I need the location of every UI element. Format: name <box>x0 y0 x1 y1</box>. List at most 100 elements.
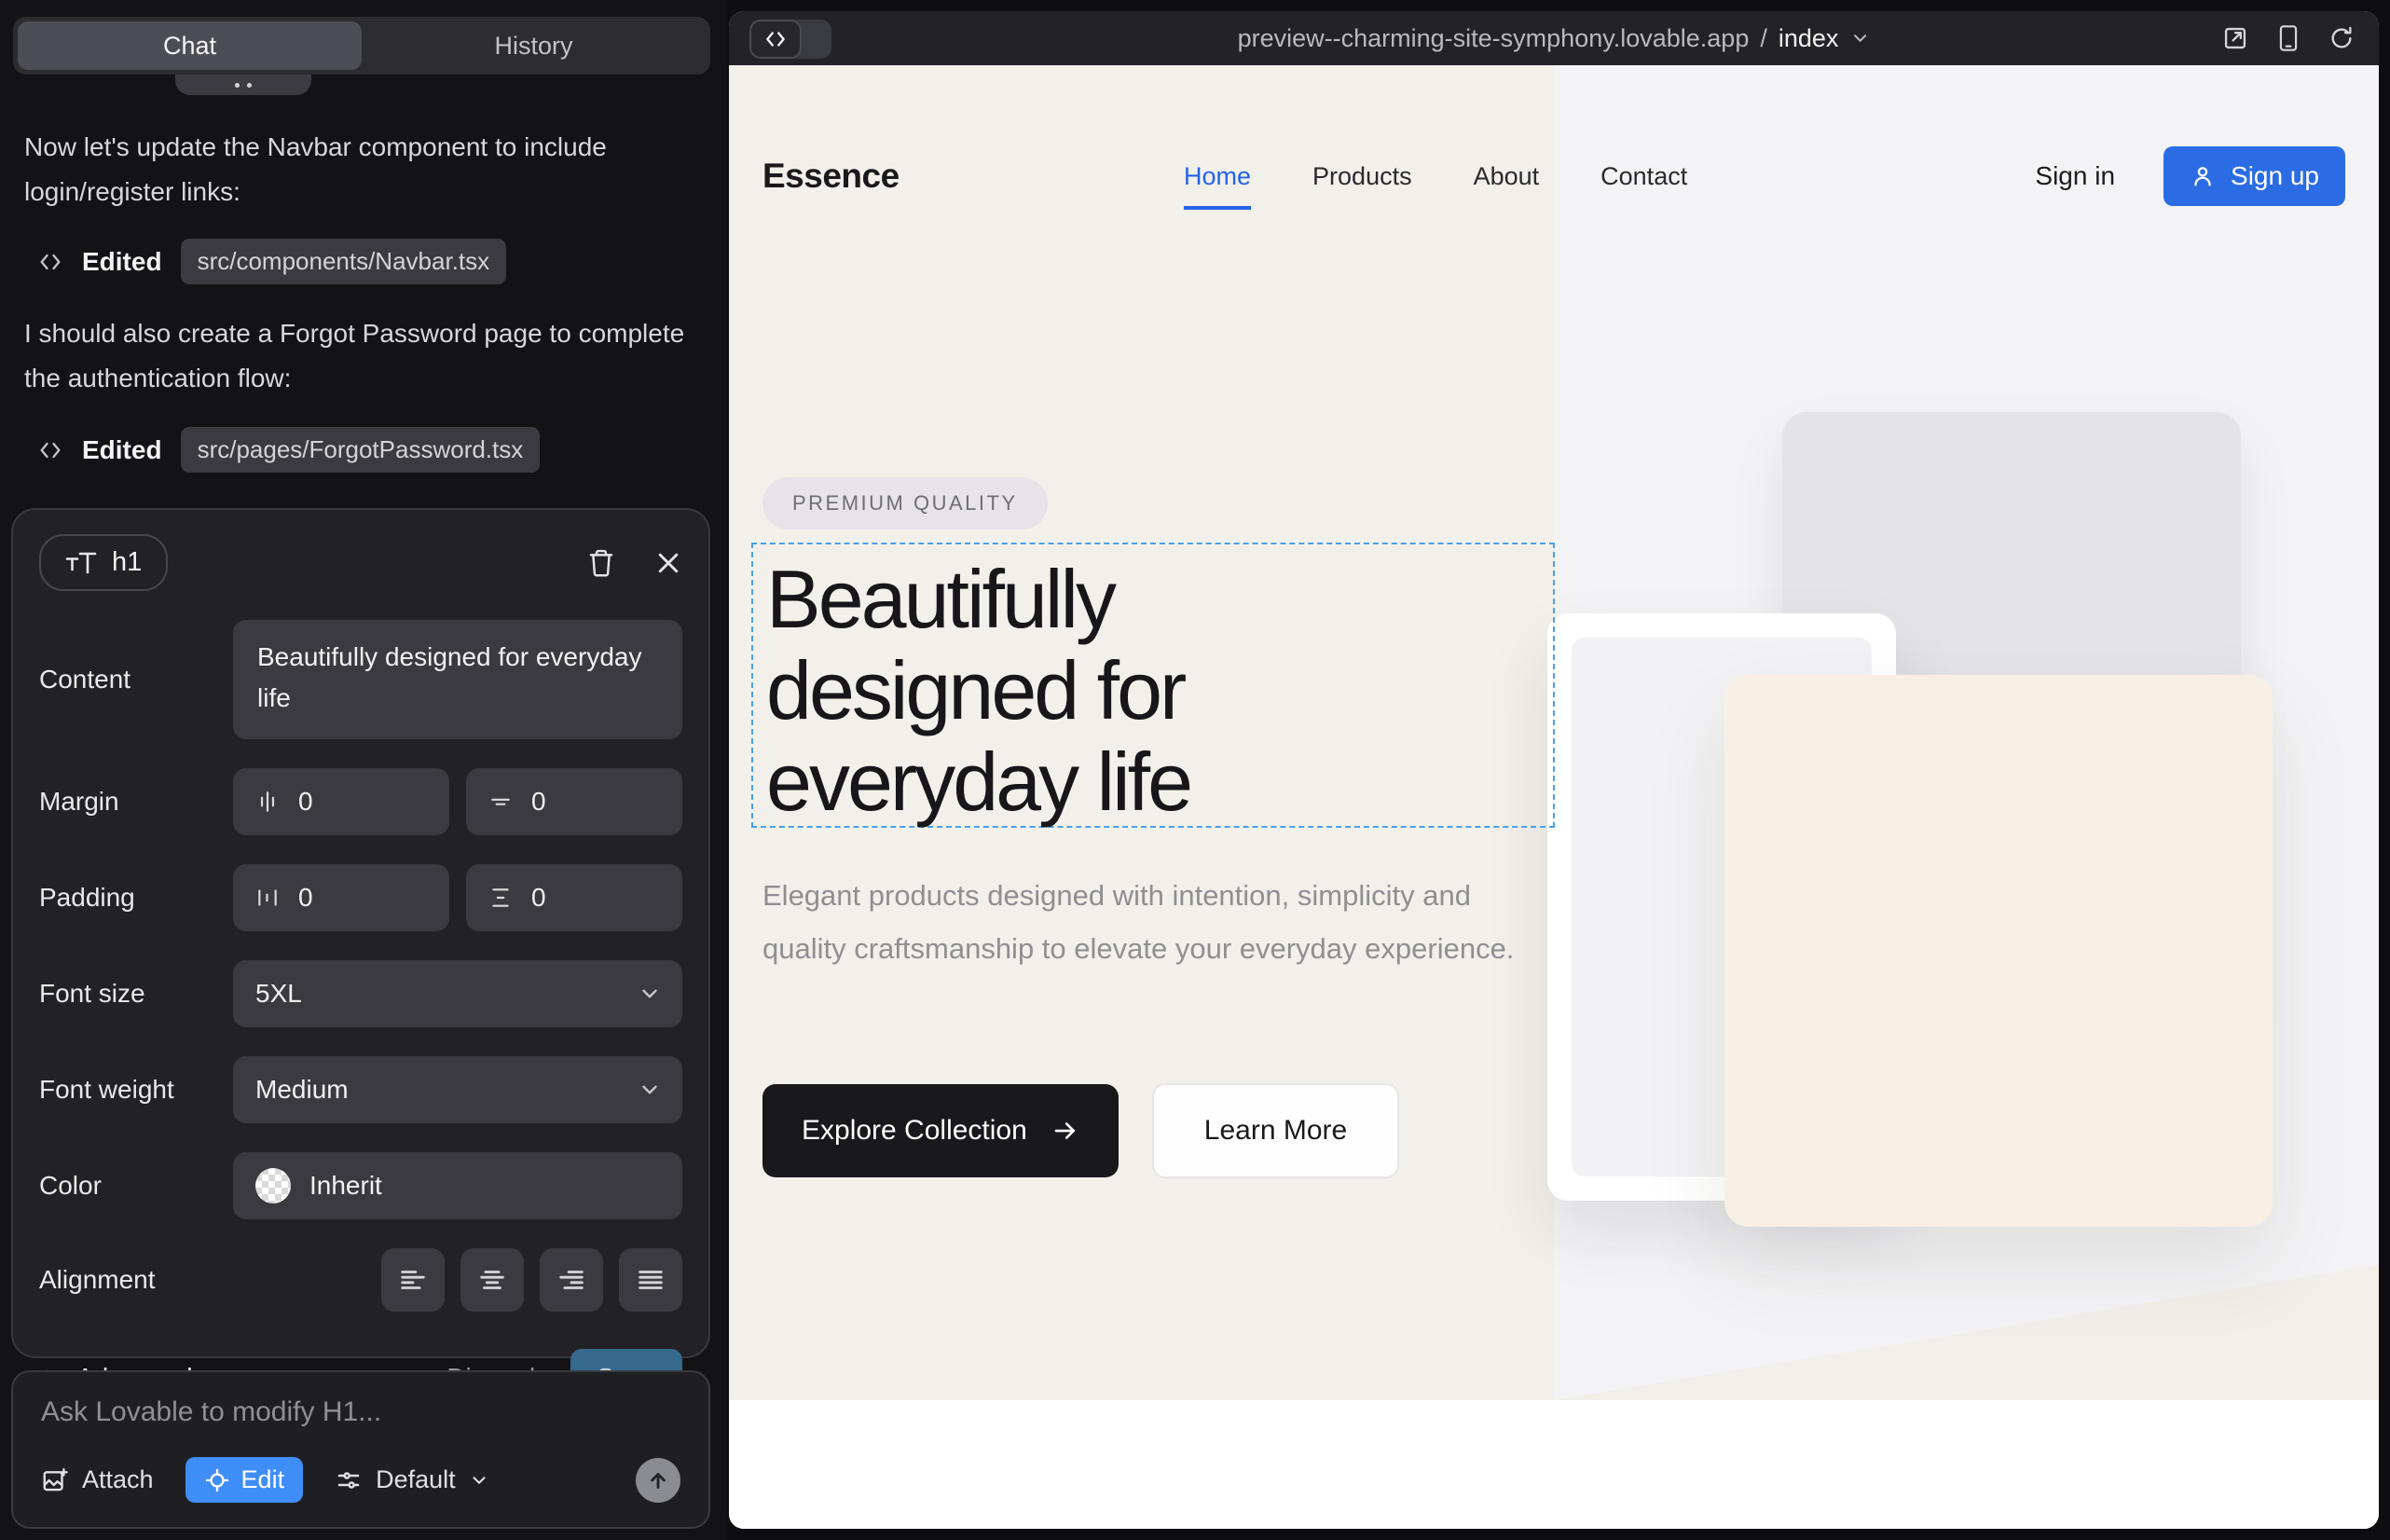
align-right-button[interactable] <box>540 1248 603 1312</box>
preview-url-domain: preview--charming-site-symphony.lovable.… <box>1238 24 1750 53</box>
content-textarea[interactable]: Beautifully designed for everyday life <box>233 620 682 739</box>
nav-link-products[interactable]: Products <box>1312 162 1412 191</box>
font-weight-select[interactable]: Medium <box>233 1056 682 1123</box>
hero-heading-line: Beautifully <box>766 554 1190 645</box>
attach-label: Attach <box>82 1465 154 1494</box>
send-button[interactable] <box>636 1458 680 1503</box>
padding-field-label: Padding <box>39 883 233 913</box>
attach-button[interactable]: Attach <box>41 1465 154 1494</box>
edit-mode-button[interactable]: Edit <box>185 1457 304 1503</box>
site-logo[interactable]: Essence <box>762 157 900 196</box>
padding-horizontal-icon <box>255 886 280 910</box>
chat-sidebar: Chat History Now let's update the Navbar… <box>0 0 727 1540</box>
refresh-button[interactable] <box>2328 25 2355 51</box>
hero-heading-line: designed for <box>766 645 1190 736</box>
attach-image-icon <box>41 1466 69 1494</box>
hero-section: Essence Home Products About Contact Sign… <box>729 65 2379 1400</box>
nav-link-home[interactable]: Home <box>1184 162 1251 210</box>
content-field-label: Content <box>39 665 233 694</box>
margin-horizontal-value: 0 <box>298 787 313 817</box>
mode-selector[interactable]: Default <box>335 1465 489 1494</box>
mode-label: Default <box>376 1465 456 1494</box>
file-path-chip[interactable]: src/components/Navbar.tsx <box>181 239 507 284</box>
font-size-value: 5XL <box>255 979 302 1009</box>
hero-heading-line: everyday life <box>766 736 1190 828</box>
learn-more-button[interactable]: Learn More <box>1152 1083 1399 1178</box>
margin-horizontal-input[interactable]: 0 <box>233 768 449 835</box>
margin-horizontal-icon <box>255 790 280 814</box>
edited-label: Edited <box>82 247 162 277</box>
rendered-site: Essence Home Products About Contact Sign… <box>729 65 2379 1529</box>
margin-vertical-input[interactable]: 0 <box>466 768 682 835</box>
margin-vertical-icon <box>488 790 513 814</box>
nav-link-contact[interactable]: Contact <box>1600 162 1687 191</box>
text-size-icon <box>65 549 97 577</box>
delete-element-button[interactable] <box>587 548 615 578</box>
prompt-composer: Ask Lovable to modify H1... Attach Edit … <box>11 1370 710 1529</box>
explore-collection-label: Explore Collection <box>802 1115 1027 1147</box>
tab-history[interactable]: History <box>362 21 706 70</box>
code-preview-toggle[interactable] <box>749 20 831 59</box>
preview-frame: preview--charming-site-symphony.lovable.… <box>729 11 2379 1529</box>
align-center-button[interactable] <box>460 1248 524 1312</box>
section-below-hero <box>729 1400 2379 1529</box>
sign-in-link[interactable]: Sign in <box>2035 161 2115 191</box>
refresh-icon <box>2328 25 2355 51</box>
code-toggle-segment[interactable] <box>749 20 802 59</box>
code-icon <box>763 27 788 51</box>
arrow-up-icon <box>646 1468 670 1492</box>
explore-collection-button[interactable]: Explore Collection <box>762 1084 1119 1177</box>
hero-heading[interactable]: Beautifully designed for everyday life <box>766 554 1190 828</box>
font-weight-value: Medium <box>255 1075 349 1105</box>
padding-horizontal-value: 0 <box>298 883 313 913</box>
chevron-down-icon <box>1849 28 1870 48</box>
align-justify-icon <box>635 1264 666 1296</box>
element-tag-label: h1 <box>112 547 142 578</box>
color-field-label: Color <box>39 1171 233 1201</box>
sidebar-tabbar: Chat History <box>13 17 710 75</box>
align-justify-button[interactable] <box>619 1248 682 1312</box>
target-icon <box>204 1467 230 1493</box>
arrow-right-icon <box>1051 1117 1079 1145</box>
hero-description: Elegant products designed with intention… <box>762 869 1519 975</box>
edited-file-row: Edited src/components/Navbar.tsx <box>37 239 506 284</box>
color-select[interactable]: Inherit <box>233 1152 682 1219</box>
chevron-down-icon <box>638 1078 662 1102</box>
site-navbar: Essence Home Products About Contact Sign… <box>729 65 2379 287</box>
clipped-chip[interactable] <box>175 75 311 95</box>
lovable-app-window: Chat History Now let's update the Navbar… <box>0 0 2390 1540</box>
file-path-chip[interactable]: src/pages/ForgotPassword.tsx <box>181 427 541 473</box>
edited-label: Edited <box>82 435 162 465</box>
color-value: Inherit <box>309 1171 382 1201</box>
chevron-down-icon <box>469 1470 489 1491</box>
assistant-message: I should also create a Forgot Password p… <box>24 311 688 401</box>
code-icon <box>37 249 63 275</box>
sign-up-button[interactable]: Sign up <box>2163 146 2345 206</box>
sign-up-label: Sign up <box>2231 161 2319 191</box>
tab-chat[interactable]: Chat <box>18 21 362 70</box>
composer-input[interactable]: Ask Lovable to modify H1... <box>41 1396 680 1428</box>
margin-vertical-value: 0 <box>531 787 546 817</box>
align-left-button[interactable] <box>381 1248 445 1312</box>
nav-link-about[interactable]: About <box>1474 162 1540 191</box>
close-icon <box>654 549 682 577</box>
external-link-icon <box>2222 25 2248 51</box>
premium-quality-badge: PREMIUM QUALITY <box>762 477 1048 529</box>
padding-horizontal-input[interactable]: 0 <box>233 864 449 931</box>
font-size-field-label: Font size <box>39 979 233 1009</box>
mobile-phone-icon <box>2276 24 2301 52</box>
mobile-view-button[interactable] <box>2276 24 2301 52</box>
padding-vertical-input[interactable]: 0 <box>466 864 682 931</box>
edit-label: Edit <box>241 1465 285 1494</box>
preview-url-bar[interactable]: preview--charming-site-symphony.lovable.… <box>1238 24 1871 53</box>
close-panel-button[interactable] <box>654 549 682 577</box>
align-left-icon <box>397 1264 429 1296</box>
trash-icon <box>587 548 615 578</box>
font-size-select[interactable]: 5XL <box>233 960 682 1027</box>
open-external-button[interactable] <box>2222 25 2248 51</box>
url-separator: / <box>1760 24 1767 53</box>
assistant-message: Now let's update the Navbar component to… <box>24 125 688 214</box>
edited-file-row: Edited src/pages/ForgotPassword.tsx <box>37 427 540 473</box>
padding-vertical-value: 0 <box>531 883 546 913</box>
chevron-down-icon <box>638 982 662 1006</box>
